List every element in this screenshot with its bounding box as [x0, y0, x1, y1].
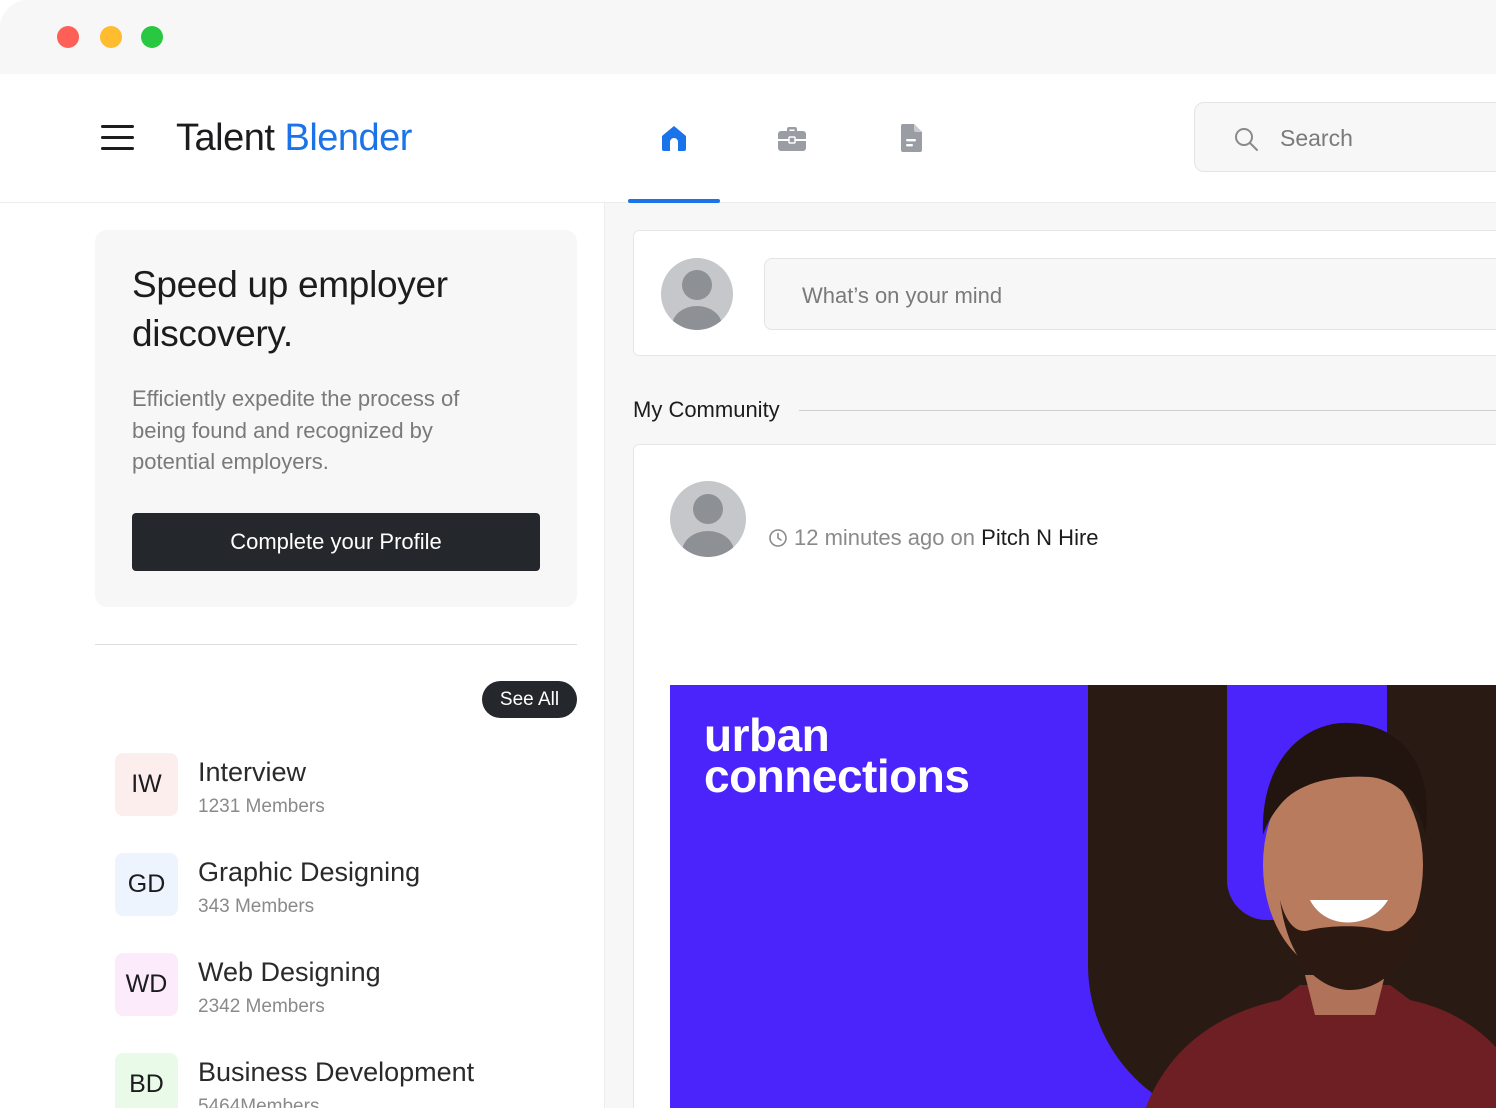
- brand-name-part2: Blender: [284, 117, 412, 159]
- clock-icon: [769, 529, 787, 547]
- post-input-placeholder: What’s on your mind: [802, 283, 1003, 308]
- community-badge: BD: [115, 1053, 178, 1108]
- brand-logo[interactable]: Talent Blender: [176, 116, 412, 160]
- community-item-business-development[interactable]: BD Business Development 5464Members: [115, 1053, 555, 1108]
- post-time: 12 minutes ago on: [794, 525, 976, 550]
- community-badge: GD: [115, 853, 178, 916]
- complete-profile-button[interactable]: Complete your Profile: [132, 513, 540, 571]
- home-icon: [662, 126, 686, 151]
- community-badge: WD: [115, 953, 178, 1016]
- post-composer: What’s on your mind: [633, 230, 1496, 356]
- main-feed: What’s on your mind My Community 12 minu…: [604, 203, 1496, 1108]
- search-placeholder: Search: [1280, 125, 1353, 151]
- community-name: Web Designing: [198, 957, 381, 987]
- promo-title: Speed up employer discovery.: [132, 264, 448, 354]
- community-item-interview[interactable]: IW Interview 1231 Members: [115, 753, 555, 833]
- promo-body: Efficiently expedite the process of bein…: [132, 386, 460, 474]
- post-author-avatar[interactable]: [670, 481, 746, 557]
- minimize-window-button[interactable]: [100, 26, 122, 48]
- divider: [95, 644, 577, 645]
- section-title: My Community: [633, 397, 780, 422]
- person-photo: [1145, 722, 1496, 1108]
- maximize-window-button[interactable]: [141, 26, 163, 48]
- avatar[interactable]: [661, 258, 733, 330]
- community-badge: IW: [115, 753, 178, 816]
- tab-home[interactable]: [628, 104, 720, 203]
- profile-promo-card: Speed up employer discovery. Efficiently…: [95, 230, 577, 607]
- community-name: Interview: [198, 757, 307, 787]
- community-members: 5464Members: [198, 1096, 320, 1108]
- menu-icon[interactable]: [101, 125, 134, 151]
- search-input[interactable]: Search: [1194, 102, 1496, 172]
- search-icon: [1235, 128, 1258, 151]
- brand-name-part1: Talent: [176, 117, 275, 159]
- feed-post: 12 minutes ago on Pitch N Hire urban con…: [633, 444, 1496, 1108]
- title-bar: [0, 0, 1496, 74]
- community-name: Business Development: [198, 1057, 475, 1087]
- post-image[interactable]: urban connections: [670, 685, 1496, 1108]
- community-name: Graphic Designing: [198, 857, 421, 887]
- briefcase-icon: [778, 127, 806, 151]
- image-headline: urban connections: [704, 709, 970, 802]
- tab-jobs[interactable]: [746, 104, 838, 202]
- section-divider: [799, 410, 1496, 411]
- community-item-graphic-designing[interactable]: GD Graphic Designing 343 Members: [115, 853, 555, 933]
- close-window-button[interactable]: [57, 26, 79, 48]
- community-members: 1231 Members: [198, 796, 325, 817]
- document-icon: [901, 124, 922, 152]
- post-source-link[interactable]: Pitch N Hire: [981, 525, 1098, 550]
- post-input[interactable]: What’s on your mind: [764, 258, 1496, 330]
- community-members: 2342 Members: [198, 996, 325, 1017]
- tab-documents[interactable]: [865, 104, 957, 202]
- top-header: Talent Blender Search: [0, 74, 1496, 203]
- see-all-button[interactable]: See All: [482, 681, 577, 718]
- post-meta: 12 minutes ago on Pitch N Hire: [768, 525, 1099, 551]
- app-window: Talent Blender Search Speed up employer …: [0, 0, 1496, 1108]
- left-sidebar: Speed up employer discovery. Efficiently…: [0, 203, 603, 1108]
- community-item-web-designing[interactable]: WD Web Designing 2342 Members: [115, 953, 555, 1033]
- community-members: 343 Members: [198, 896, 315, 917]
